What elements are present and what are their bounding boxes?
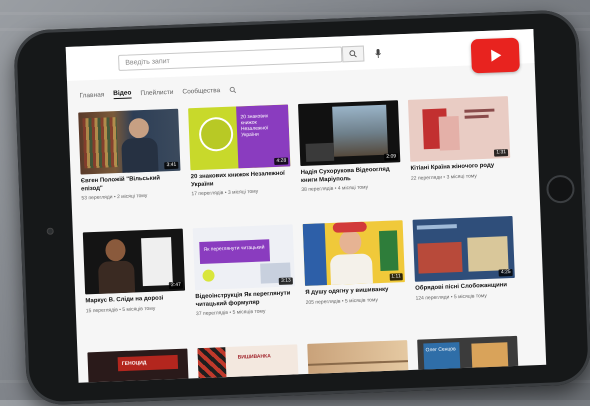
- video-card[interactable]: ГЕНОЦИД: [87, 349, 189, 383]
- video-meta: 17 переглядів • 3 місяці тому: [191, 187, 291, 197]
- microphone-button[interactable]: [372, 47, 384, 59]
- video-card[interactable]: 4:25 Обрядові пісні Слобожанщини 124 пер…: [413, 216, 516, 301]
- video-meta: 37 переглядів • 5 місяців тому: [196, 307, 296, 317]
- youtube-channel-screen: Введіть запит Главная: [66, 29, 547, 383]
- search-icon[interactable]: [229, 86, 236, 93]
- video-card[interactable]: 2:09 Надія Сухорукова Відеоогляд книги М…: [298, 100, 401, 193]
- video-thumbnail[interactable]: 1:31: [408, 96, 510, 162]
- video-thumbnail[interactable]: Олег Сенцов: [417, 336, 519, 383]
- youtube-logo[interactable]: [471, 38, 520, 74]
- video-meta: 38 переглядів • 4 місяці тому: [301, 183, 401, 193]
- thumbnail-caption: 20 знакових книжок Незалежної України: [240, 113, 285, 139]
- video-title[interactable]: Надія Сухорукова Відеоогляд книги Маріуп…: [301, 166, 402, 185]
- video-card[interactable]: 2:47 Маркус В. Сліди на дорозі 15 перегл…: [83, 229, 186, 314]
- tab-home[interactable]: Главная: [79, 91, 104, 99]
- video-thumbnail[interactable]: [307, 340, 409, 383]
- video-meta: 124 перегляди • 5 місяців тому: [415, 291, 515, 301]
- video-title[interactable]: Відеоінструкція Як переглянути читацький…: [195, 290, 296, 309]
- video-duration: 3:13: [279, 277, 293, 285]
- microphone-icon: [375, 48, 381, 57]
- video-card[interactable]: [307, 340, 409, 383]
- home-button[interactable]: [546, 175, 575, 204]
- video-card[interactable]: ВИШИВАНКА: [197, 344, 299, 382]
- video-thumbnail[interactable]: ВИШИВАНКА: [197, 344, 299, 382]
- video-thumbnail[interactable]: 1:11: [303, 220, 405, 286]
- search-icon: [349, 50, 357, 58]
- video-duration: 2:47: [169, 282, 183, 290]
- video-duration: 2:09: [384, 153, 398, 161]
- video-thumbnail[interactable]: 2:47: [83, 229, 185, 295]
- tab-videos[interactable]: Відео: [113, 89, 132, 99]
- search-button[interactable]: [342, 46, 365, 63]
- thumbnail-caption: Олег Сенцов: [425, 346, 457, 353]
- video-meta: 205 переглядів • 5 місяців тому: [306, 296, 406, 306]
- video-thumbnail[interactable]: 2:09: [298, 100, 400, 166]
- thumbnail-caption: ВИШИВАНКА: [238, 353, 271, 360]
- play-icon: [487, 47, 504, 64]
- video-duration: 4:28: [274, 158, 288, 166]
- video-card[interactable]: Олег Сенцов: [417, 336, 519, 383]
- video-thumbnail[interactable]: ГЕНОЦИД: [87, 349, 189, 383]
- video-card[interactable]: 3:41 Євген Положій "Вільський епізод" 53…: [78, 109, 181, 202]
- video-title[interactable]: Євген Положій "Вільський епізод": [81, 175, 182, 194]
- video-thumbnail[interactable]: 3:41: [78, 109, 180, 175]
- video-duration: 1:31: [494, 149, 508, 157]
- video-thumbnail[interactable]: Як переглянути читацький 3:13: [193, 224, 295, 290]
- video-meta: 22 перегляди • 3 місяці тому: [411, 171, 511, 181]
- video-thumbnail[interactable]: 20 знакових книжок Незалежної України 4:…: [188, 104, 290, 170]
- tab-community[interactable]: Сообщества: [182, 87, 220, 95]
- tablet-device: Введіть запит Главная: [13, 9, 590, 405]
- video-card[interactable]: Як переглянути читацький 3:13 Відеоінстр…: [193, 224, 296, 317]
- video-duration: 3:41: [164, 162, 178, 170]
- thumbnail-caption: ГЕНОЦИД: [122, 360, 147, 367]
- channel-tabs: Главная Відео Плейлисти Сообщества: [79, 82, 236, 102]
- video-meta: 15 переглядів • 5 місяців тому: [86, 304, 186, 314]
- video-card[interactable]: 1:31 Кітіані Країна жіночого роду 22 пер…: [408, 96, 511, 181]
- video-meta: 53 перегляди • 2 місяці тому: [81, 192, 181, 202]
- tab-playlists[interactable]: Плейлисти: [140, 88, 173, 96]
- video-duration: 1:11: [389, 273, 403, 281]
- video-card[interactable]: 1:11 Я душу одягну у вишиванку 205 перег…: [303, 220, 406, 305]
- top-bar: Введіть запит: [66, 29, 535, 81]
- video-title[interactable]: 20 знакових книжок Незалежної України: [191, 170, 292, 189]
- video-card[interactable]: 20 знакових книжок Незалежної України 4:…: [188, 104, 291, 197]
- search-input[interactable]: Введіть запит: [118, 46, 342, 71]
- video-thumbnail[interactable]: 4:25: [413, 216, 515, 282]
- video-duration: 4:25: [499, 269, 513, 277]
- front-camera: [47, 228, 54, 235]
